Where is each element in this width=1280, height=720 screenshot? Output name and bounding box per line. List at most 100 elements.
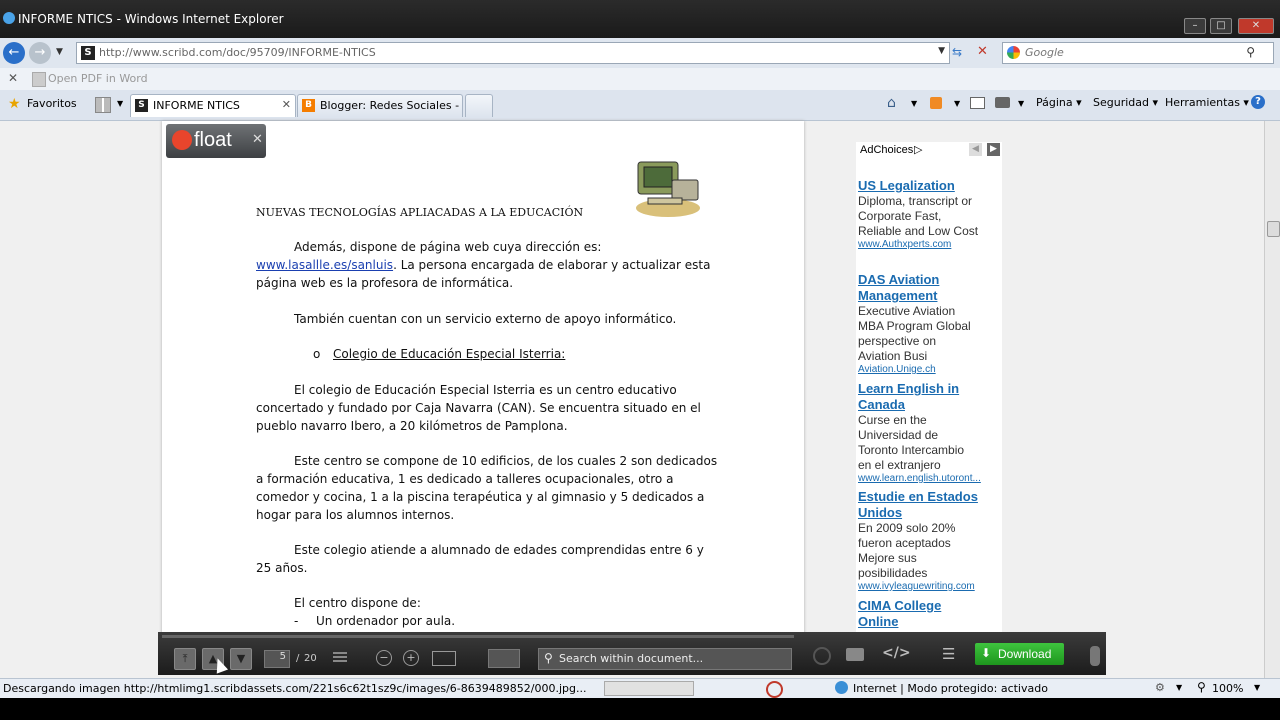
refresh-icon[interactable]: ⇆: [952, 45, 962, 59]
list-dash: -: [294, 614, 299, 628]
search-document-input[interactable]: ⚲ Search within document...: [538, 648, 792, 670]
page-number-input[interactable]: 5: [264, 650, 290, 668]
maximize-button[interactable]: □: [1210, 18, 1232, 34]
ad-item[interactable]: US Legalization Diploma, transcript or C…: [858, 178, 1002, 250]
ad-item[interactable]: DAS Aviation Management Executive Aviati…: [858, 272, 1002, 375]
ad-title[interactable]: Estudie en Estados: [858, 489, 1002, 505]
print-icon[interactable]: [995, 97, 1010, 108]
page-menu[interactable]: Página ▾: [1036, 96, 1082, 109]
ad-item[interactable]: CIMA College Online: [858, 598, 1002, 630]
address-dropdown-icon[interactable]: ▼: [938, 46, 945, 56]
ad-item[interactable]: Learn English in Canada Curse en the Uni…: [858, 381, 1002, 484]
ads-panel: AdChoices ▷ ◀ ▶ US Legalization Diploma,…: [856, 142, 1002, 642]
doc-paragraph-line: También cuentan con un servicio externo …: [294, 312, 677, 326]
open-pdf-in-word-link[interactable]: Open PDF in Word: [48, 72, 148, 85]
doc-paragraph-line: www.lasallle.es/sanluis. La persona enca…: [256, 258, 710, 272]
bullet-marker: o: [313, 347, 321, 361]
ad-description: Diploma, transcript or: [858, 194, 973, 208]
ad-title[interactable]: DAS Aviation: [858, 272, 1002, 288]
ads-prev-button[interactable]: ◀: [969, 143, 982, 156]
pdf-toolbar: ✕ Open PDF in Word: [0, 68, 1280, 91]
new-tab-button[interactable]: [465, 94, 493, 117]
ad-title[interactable]: Canada: [858, 397, 1002, 413]
minimize-button[interactable]: –: [1184, 18, 1206, 34]
doc-paragraph-line: Este centro se compone de 10 edificios, …: [294, 454, 718, 468]
doc-bullet-heading: Colegio de Educación Especial Isterria:: [333, 347, 566, 361]
ad-url[interactable]: Aviation.Unige.ch: [858, 364, 1002, 375]
history-dropdown-icon[interactable]: ▼: [56, 47, 63, 57]
zoom-in-icon[interactable]: +: [403, 650, 419, 666]
float-close-icon[interactable]: ✕: [252, 132, 263, 147]
settings-icon[interactable]: [813, 647, 831, 665]
rss-icon[interactable]: [930, 97, 942, 109]
search-box[interactable]: Google ⚲: [1002, 42, 1274, 64]
ad-item[interactable]: Estudie en Estados Unidos En 2009 solo 2…: [858, 489, 1002, 592]
scroll-thumb[interactable]: [1267, 221, 1280, 237]
quick-tabs-icon[interactable]: [95, 97, 111, 113]
zoom-dropdown-icon[interactable]: ▼: [1254, 683, 1260, 692]
protected-mode-icon[interactable]: ⚙: [1155, 681, 1165, 694]
mail-icon[interactable]: [970, 97, 985, 109]
tab-blogger[interactable]: B Blogger: Redes Sociales - ...: [297, 94, 463, 117]
next-page-button[interactable]: ▼: [230, 648, 252, 670]
ads-next-button[interactable]: ▶: [987, 143, 1000, 156]
favorites-button[interactable]: Favoritos: [27, 97, 77, 110]
forward-button[interactable]: →: [29, 42, 51, 64]
first-page-icon: ⤒: [182, 652, 188, 665]
tab-informe-ntics[interactable]: S INFORME NTICS ✕: [130, 94, 296, 117]
more-options-icon[interactable]: [1090, 646, 1100, 666]
ad-description: MBA Program Global: [858, 319, 971, 333]
address-bar[interactable]: S http://www.scribd.com/doc/95709/INFORM…: [76, 42, 950, 64]
title-bar: INFORME NTICS - Windows Internet Explore…: [0, 0, 1280, 38]
school-website-link[interactable]: www.lasallle.es/sanluis: [256, 258, 393, 272]
embed-icon[interactable]: </>: [882, 645, 911, 661]
view-mode-button[interactable]: [488, 649, 520, 668]
rss-dropdown-icon[interactable]: ▼: [954, 99, 960, 108]
zoom-level[interactable]: 100%: [1212, 682, 1243, 695]
zoom-out-icon[interactable]: −: [376, 650, 392, 666]
doc-paragraph-line: Además, dispone de página web cuya direc…: [294, 240, 602, 254]
close-toolbar-icon[interactable]: ✕: [8, 71, 18, 85]
ad-url[interactable]: www.Authxperts.com: [858, 239, 1002, 250]
close-tab-icon[interactable]: ✕: [282, 98, 291, 111]
ad-url[interactable]: www.learn.english.utoront...: [858, 473, 1002, 484]
close-window-button[interactable]: ✕: [1238, 18, 1274, 34]
first-page-button[interactable]: ⤒: [174, 648, 196, 670]
ad-title[interactable]: Learn English in: [858, 381, 1002, 397]
protected-dropdown-icon[interactable]: ▼: [1176, 683, 1182, 692]
vertical-scrollbar[interactable]: [1264, 121, 1280, 680]
tools-menu[interactable]: Herramientas ▾: [1165, 96, 1249, 109]
ad-description: posibilidades: [858, 566, 928, 580]
ad-title[interactable]: Management: [858, 288, 1002, 304]
ad-title[interactable]: US Legalization: [858, 178, 1002, 194]
security-menu[interactable]: Seguridad ▾: [1093, 96, 1158, 109]
float-button[interactable]: float ✕: [166, 124, 266, 158]
ad-title[interactable]: CIMA College: [858, 598, 1002, 614]
fullscreen-icon[interactable]: [432, 651, 456, 666]
popup-blocker-icon[interactable]: [766, 681, 783, 698]
stop-icon[interactable]: ✕: [977, 44, 988, 59]
list-view-icon[interactable]: [333, 652, 347, 664]
comment-icon[interactable]: [846, 648, 864, 661]
download-button[interactable]: ⬇ Download: [975, 643, 1064, 665]
search-icon[interactable]: ⚲: [1246, 45, 1255, 59]
zoom-icon: ⚲: [1197, 680, 1206, 694]
back-button[interactable]: ←: [3, 42, 25, 64]
home-icon[interactable]: ⌂: [887, 95, 896, 111]
search-placeholder: Google: [1025, 46, 1064, 59]
help-icon[interactable]: ?: [1251, 95, 1265, 109]
ad-description: Mejore sus: [858, 551, 917, 565]
ad-title[interactable]: Online: [858, 614, 1002, 630]
print-dropdown-icon[interactable]: ▼: [1018, 99, 1024, 108]
download-icon: ⬇: [981, 646, 992, 660]
window-title: INFORME NTICS - Windows Internet Explore…: [18, 12, 284, 26]
add-to-collection-icon[interactable]: ☰: [942, 645, 955, 663]
adchoices-label[interactable]: AdChoices: [860, 144, 913, 156]
home-dropdown-icon[interactable]: ▼: [911, 99, 917, 108]
doc-paragraph-line: pueblo navarro Ibero, a 20 kilómetros de…: [256, 419, 568, 433]
ad-url[interactable]: www.ivyleaguewriting.com: [858, 581, 1002, 592]
ad-title[interactable]: Unidos: [858, 505, 1002, 521]
tab-list-dropdown-icon[interactable]: ▼: [117, 99, 123, 108]
adchoices-icon: ▷: [914, 143, 923, 156]
blogger-tab-icon: B: [302, 99, 315, 112]
